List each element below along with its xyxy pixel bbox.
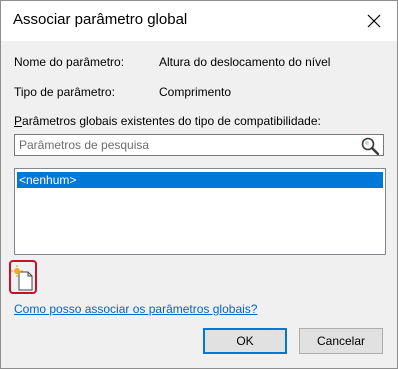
parameter-type-value: Comprimento [159, 85, 232, 99]
search-icon[interactable] [360, 136, 380, 156]
list-item[interactable]: <nenhum> [17, 172, 383, 188]
help-link[interactable]: Como posso associar os parâmetros globai… [14, 302, 257, 316]
search-input[interactable] [15, 135, 359, 155]
cancel-button[interactable]: Cancelar [299, 328, 383, 354]
existing-parameters-mnemonic: P [14, 114, 23, 128]
dialog-title: Associar parâmetro global [13, 11, 188, 28]
parameter-name-value: Altura do deslocamento do nível [159, 55, 331, 69]
global-parameters-list[interactable]: <nenhum> [14, 168, 386, 255]
new-global-parameter-icon [11, 265, 33, 291]
parameter-type-label: Tipo de parâmetro: [14, 85, 115, 99]
title-bar: Associar parâmetro global [1, 1, 397, 41]
new-global-parameter-button[interactable] [9, 260, 37, 294]
close-button[interactable] [351, 1, 397, 41]
existing-parameters-label: Parâmetros globais existentes do tipo de… [14, 114, 321, 128]
existing-parameters-label-text: arâmetros globais existentes do tipo de … [22, 114, 321, 128]
associate-global-parameter-dialog: Associar parâmetro global Nome do parâme… [0, 0, 398, 369]
parameter-name-label: Nome do parâmetro: [14, 55, 125, 69]
search-box [14, 134, 384, 156]
ok-button[interactable]: OK [203, 328, 287, 354]
close-icon [367, 14, 381, 28]
